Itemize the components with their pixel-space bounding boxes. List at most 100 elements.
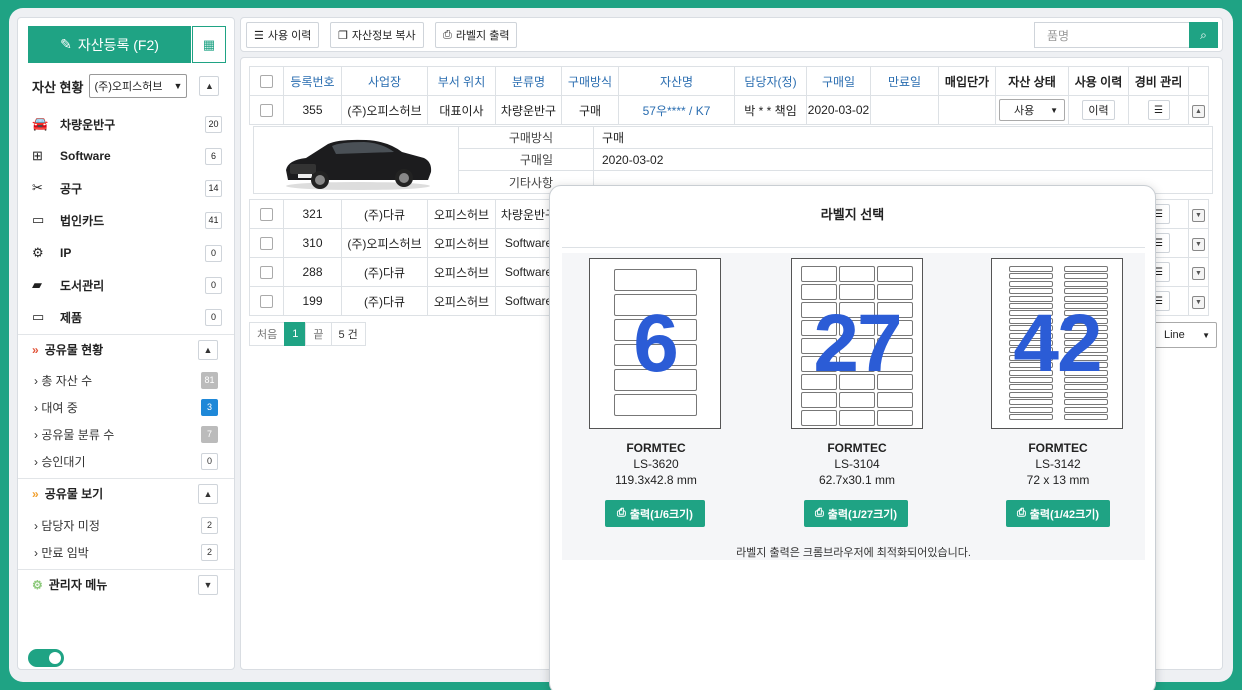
shared-categories-item[interactable]: › 공유물 분류 수 7 — [34, 423, 218, 445]
shared-total-item[interactable]: › 총 자산 수 81 — [34, 369, 218, 391]
expand-row-icon[interactable]: ▼ — [1192, 209, 1205, 222]
detail-key: 구매방식 — [459, 127, 594, 148]
sub-count: 81 — [201, 371, 218, 389]
select-all-checkbox[interactable] — [260, 75, 273, 89]
category-software[interactable]: ⊞ Software 6 — [32, 143, 222, 169]
page-last[interactable]: 끝 — [305, 322, 332, 346]
double-chevron-icon: » — [32, 486, 39, 501]
print-6-button[interactable]: ⎙ 출력(1/6크기) — [605, 500, 705, 527]
cell-no: 310 — [283, 228, 342, 258]
asset-register-button[interactable]: ✎ 자산등록 (F2) — [28, 26, 191, 63]
grid-view-button[interactable]: ▦ — [192, 26, 226, 63]
col-header[interactable]: 사업장 — [341, 66, 428, 96]
sub-label: 대여 중 — [41, 400, 78, 415]
status-select[interactable]: 사용 ▼ — [999, 99, 1065, 121]
category-vehicle[interactable]: 🚘 차량운반구 20 — [32, 111, 222, 137]
cell-no: 355 — [283, 95, 342, 125]
asset-detail-panel: 구매방식 구매 구매일 2020-03-02 기타사항 — [253, 126, 1213, 194]
line-select[interactable]: Line ▼ — [1149, 322, 1217, 348]
asset-status-row: 자산 현황 (주)오피스허브 ▼ ▲ — [32, 74, 220, 98]
category-products[interactable]: ▭ 제품 0 — [32, 304, 222, 330]
shared-status-label: 공유물 현황 — [44, 343, 104, 357]
row-checkbox[interactable] — [260, 104, 273, 118]
col-header[interactable]: 자산명 — [618, 66, 735, 96]
label-brand: FORMTEC — [827, 441, 887, 455]
label-print-button[interactable]: ⎙ 라벨지 출력 — [435, 22, 518, 48]
copy-asset-button[interactable]: ❐ 자산정보 복사 — [330, 22, 424, 48]
print-42-button[interactable]: ⎙ 출력(1/42크기) — [1006, 500, 1110, 527]
cell-no: 199 — [283, 286, 342, 316]
collapse-row-icon[interactable]: ▲ — [1192, 105, 1205, 118]
row-checkbox[interactable] — [260, 295, 273, 309]
label-sheet-6[interactable]: 6 — [589, 258, 721, 429]
row-checkbox[interactable] — [260, 237, 273, 251]
admin-menu-header[interactable]: ⚙ 관리자 메뉴 ▼ — [18, 569, 234, 599]
print-button-label: 출력(1/6크기) — [629, 508, 693, 521]
cell-site: (주)다큐 — [341, 199, 428, 229]
expand-row-icon[interactable]: ▼ — [1192, 238, 1205, 251]
col-header[interactable]: 분류명 — [495, 66, 562, 96]
col-header: 자산 상태 — [995, 66, 1069, 96]
category-tools[interactable]: ✂ 공구 14 — [32, 175, 222, 201]
category-books[interactable]: ▰ 도서관리 0 — [32, 272, 222, 298]
toolbar: ☰ 사용 이력 ❐ 자산정보 복사 ⎙ 라벨지 출력 품명 ⌕ — [240, 17, 1223, 52]
history-button[interactable]: 이력 — [1082, 100, 1115, 120]
double-chevron-icon: » — [32, 342, 39, 357]
search-input[interactable]: 품명 — [1034, 22, 1190, 48]
print-27-button[interactable]: ⎙ 출력(1/27크기) — [804, 500, 908, 527]
owner-unassigned-item[interactable]: › 담당자 미정 2 — [34, 514, 218, 536]
search-placeholder: 품명 — [1047, 28, 1070, 43]
print-button-label: 출력(1/27크기) — [827, 508, 898, 521]
cell-dept: 오피스허브 — [427, 228, 496, 258]
category-count: 6 — [205, 147, 222, 165]
cell-buy: 구매 — [561, 95, 619, 125]
sub-label: 담당자 미정 — [41, 518, 100, 533]
shared-rented-item[interactable]: › 대여 중 3 — [34, 396, 218, 418]
col-header: 사용 이력 — [1068, 66, 1129, 96]
row-checkbox[interactable] — [260, 266, 273, 280]
theme-toggle[interactable] — [28, 649, 64, 667]
category-count: 0 — [205, 244, 222, 262]
chevron-up-icon: ▲ — [203, 344, 213, 355]
shared-pending-item[interactable]: › 승인대기 0 — [34, 450, 218, 472]
col-header[interactable]: 담당자(정) — [734, 66, 807, 96]
total-count: 5 건 — [330, 322, 366, 346]
expense-list-button[interactable]: ☰ — [1147, 100, 1170, 120]
chevron-down-icon: ▼ — [1050, 105, 1058, 115]
label-model: LS-3620 — [633, 457, 679, 471]
page-first[interactable]: 처음 — [249, 322, 286, 346]
company-select[interactable]: (주)오피스허브 ▼ — [89, 74, 188, 98]
expand-row-icon[interactable]: ▼ — [1192, 296, 1205, 309]
sub-count: 2 — [201, 516, 218, 534]
expand-admin-button[interactable]: ▼ — [198, 574, 218, 595]
col-header[interactable]: 만료일 — [870, 66, 939, 96]
asset-name-link[interactable]: 57우**** / K7 — [618, 95, 735, 125]
sub-label: 공유물 분류 수 — [41, 427, 115, 442]
collapse-status-button[interactable]: ▲ — [199, 76, 220, 96]
label-info: FORMTEC LS-3104 62.7x30.1 mm — [782, 440, 932, 488]
collapse-shared-view-button[interactable]: ▲ — [198, 483, 218, 504]
expand-row-icon[interactable]: ▼ — [1192, 267, 1205, 280]
category-corp-card[interactable]: ▭ 법인카드 41 — [32, 207, 222, 233]
label-size: 62.7x30.1 mm — [818, 473, 896, 487]
col-header: 경비 관리 — [1128, 66, 1189, 96]
col-header[interactable]: 구매방식 — [561, 66, 619, 96]
label-sheet-27[interactable]: 27 — [791, 258, 923, 429]
cell-site: (주)다큐 — [341, 257, 428, 287]
page-current[interactable]: 1 — [284, 322, 307, 346]
usage-history-button[interactable]: ☰ 사용 이력 — [246, 22, 320, 48]
col-header[interactable]: 구매일 — [806, 66, 871, 96]
category-ip[interactable]: ⚙ IP 0 — [32, 240, 222, 266]
col-header[interactable]: 부서 위치 — [427, 66, 496, 96]
table-row[interactable]: 355 (주)오피스허브 대표이사 차량운반구 구매 57우**** / K7 … — [249, 95, 1209, 125]
detail-value: 구매 — [602, 131, 625, 145]
cell-no: 288 — [283, 257, 342, 287]
sub-count: 7 — [201, 425, 218, 443]
expiring-item[interactable]: › 만료 임박 2 — [34, 541, 218, 563]
collapse-shared-status-button[interactable]: ▲ — [198, 339, 218, 360]
category-count: 0 — [205, 276, 222, 294]
row-checkbox[interactable] — [260, 208, 273, 222]
search-button[interactable]: ⌕ — [1189, 22, 1218, 48]
col-header[interactable]: 등록번호 — [283, 66, 342, 96]
label-sheet-42[interactable]: 42 — [991, 258, 1123, 429]
